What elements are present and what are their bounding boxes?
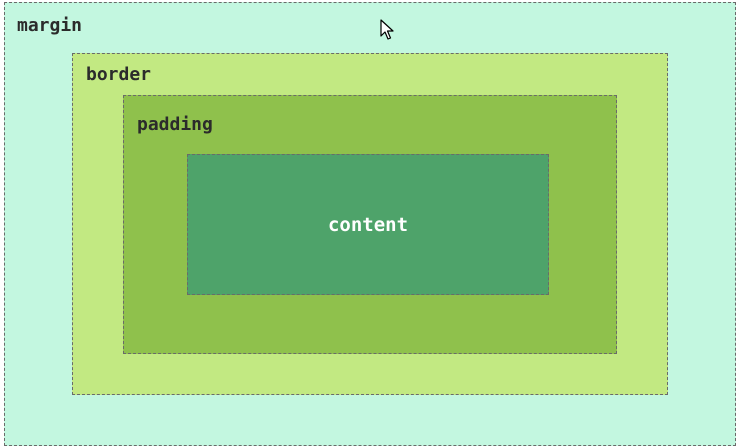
content-box: content	[187, 154, 549, 295]
content-label: content	[327, 213, 409, 236]
border-label: border	[86, 64, 152, 85]
arrow-cursor-icon	[380, 19, 394, 40]
margin-label: margin	[17, 15, 83, 36]
padding-label: padding	[137, 114, 213, 135]
